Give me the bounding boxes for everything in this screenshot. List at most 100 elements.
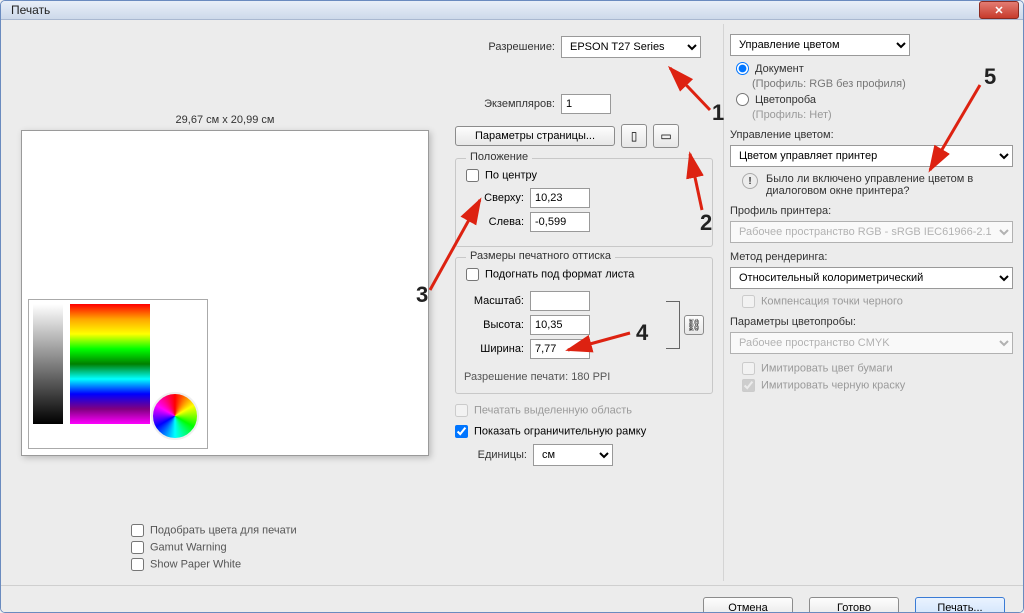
sim-paper-input bbox=[742, 362, 755, 375]
warning-text: Было ли включено управление цветом в диа… bbox=[766, 173, 1013, 197]
color-wheel-icon bbox=[151, 392, 199, 440]
cm-title-row: Управление цветом bbox=[730, 34, 1013, 56]
hue-swatch bbox=[70, 304, 150, 424]
center-check[interactable]: По центру bbox=[466, 169, 704, 182]
link-bracket-icon bbox=[666, 301, 680, 349]
gamut-warning-input[interactable] bbox=[131, 541, 144, 554]
printer-row: Разрешение: EPSON T27 Series bbox=[455, 36, 713, 58]
show-paper-white-input[interactable] bbox=[131, 558, 144, 571]
handling-select[interactable]: Цветом управляет принтер bbox=[730, 145, 1013, 167]
page-dimensions: 29,67 см x 20,99 см bbox=[11, 114, 439, 130]
page-setup-button[interactable]: Параметры страницы... bbox=[455, 126, 615, 146]
center-input[interactable] bbox=[466, 169, 479, 182]
link-dimensions-button[interactable]: ⛓ bbox=[684, 315, 704, 335]
show-paper-white-check[interactable]: Show Paper White bbox=[131, 558, 439, 571]
close-icon: ✕ bbox=[994, 4, 1003, 17]
page-setup-row: Параметры страницы... ▯ ▭ bbox=[455, 124, 713, 148]
settings-column: Разрешение: EPSON T27 Series Экземпляров… bbox=[449, 24, 719, 581]
match-print-colors-check[interactable]: Подобрать цвета для печати bbox=[131, 524, 439, 537]
units-label: Единицы: bbox=[455, 449, 527, 461]
handling-label: Управление цветом: bbox=[730, 129, 1013, 141]
top-label: Сверху: bbox=[464, 192, 524, 204]
page-preview bbox=[21, 130, 429, 456]
proof-radio[interactable] bbox=[736, 93, 749, 106]
proof-radio-label: Цветопроба bbox=[755, 94, 816, 106]
document-radio-row[interactable]: Документ bbox=[736, 62, 1013, 75]
print-resolution: Разрешение печати: 180 PPI bbox=[464, 371, 704, 383]
scale-row: Масштаб: bbox=[464, 291, 662, 311]
units-select[interactable]: см bbox=[533, 444, 613, 466]
position-group: Положение По центру Сверху: Слева: bbox=[455, 158, 713, 247]
preview-sample-content bbox=[28, 299, 208, 449]
color-management-panel: Управление цветом Документ (Профиль: RGB… bbox=[723, 24, 1019, 581]
portrait-orientation-button[interactable]: ▯ bbox=[621, 124, 647, 148]
fit-media-check[interactable]: Подогнать под формат листа bbox=[466, 268, 704, 281]
document-profile: (Профиль: RGB без профиля) bbox=[752, 78, 1013, 90]
cancel-button[interactable]: Отмена bbox=[703, 597, 793, 613]
print-button[interactable]: Печать... bbox=[915, 597, 1005, 613]
units-row: Единицы: см bbox=[455, 444, 713, 466]
grayscale-swatch bbox=[33, 304, 63, 424]
preview-options: Подобрать цвета для печати Gamut Warning… bbox=[131, 524, 439, 571]
sim-paper-check: Имитировать цвет бумаги bbox=[742, 362, 1013, 375]
width-row: Ширина: bbox=[464, 339, 662, 359]
proof-profile: (Профиль: Нет) bbox=[752, 109, 1013, 121]
proof-params-label: Параметры цветопробы: bbox=[730, 316, 1013, 328]
bpc-check: Компенсация точки черного bbox=[742, 295, 1013, 308]
intent-label: Метод рендеринга: bbox=[730, 251, 1013, 263]
height-row: Высота: bbox=[464, 315, 662, 335]
landscape-orientation-button[interactable]: ▭ bbox=[653, 124, 679, 148]
scale-label: Масштаб: bbox=[464, 295, 524, 307]
document-radio-label: Документ bbox=[755, 63, 804, 75]
dialog-footer: Отмена Готово Печать... bbox=[1, 585, 1023, 613]
copies-row: Экземпляров: bbox=[455, 94, 713, 114]
proof-space-select: Рабочее пространство CMYK bbox=[730, 332, 1013, 354]
done-button[interactable]: Готово bbox=[809, 597, 899, 613]
print-selection-input bbox=[455, 404, 468, 417]
cm-panel-select[interactable]: Управление цветом bbox=[730, 34, 910, 56]
dialog-body: 29,67 см x 20,99 см Подобрать цвета для … bbox=[1, 20, 1023, 613]
bpc-input bbox=[742, 295, 755, 308]
scale-input[interactable] bbox=[530, 291, 590, 311]
bounding-box-check[interactable]: Показать ограничительную рамку bbox=[455, 425, 713, 438]
top-input[interactable] bbox=[530, 188, 590, 208]
position-legend: Положение bbox=[466, 151, 532, 163]
print-selection-check: Печатать выделенную область bbox=[455, 404, 713, 417]
gamut-warning-check[interactable]: Gamut Warning bbox=[131, 541, 439, 554]
printer-profile-label: Профиль принтера: bbox=[730, 205, 1013, 217]
portrait-icon: ▯ bbox=[631, 129, 638, 143]
proof-radio-row[interactable]: Цветопроба bbox=[736, 93, 1013, 106]
copies-label: Экземпляров: bbox=[455, 98, 555, 110]
warning-icon: ! bbox=[742, 173, 758, 189]
close-button[interactable]: ✕ bbox=[979, 1, 1019, 19]
main-area: 29,67 см x 20,99 см Подобрать цвета для … bbox=[1, 20, 1023, 585]
scaled-size-legend: Размеры печатного оттиска bbox=[466, 250, 615, 262]
scaled-size-group: Размеры печатного оттиска Подогнать под … bbox=[455, 257, 713, 394]
width-input[interactable] bbox=[530, 339, 590, 359]
window-title: Печать bbox=[11, 3, 50, 17]
print-dialog: Печать ✕ 29,67 см x 20,99 см Подобрать ц… bbox=[0, 0, 1024, 613]
landscape-icon: ▭ bbox=[660, 129, 671, 143]
intent-select[interactable]: Относительный колориметрический bbox=[730, 267, 1013, 289]
top-row: Сверху: bbox=[464, 188, 704, 208]
height-input[interactable] bbox=[530, 315, 590, 335]
printer-profile-select: Рабочее пространство RGB - sRGB IEC61966… bbox=[730, 221, 1013, 243]
left-label: Слева: bbox=[464, 216, 524, 228]
titlebar: Печать ✕ bbox=[1, 1, 1023, 20]
height-label: Высота: bbox=[464, 319, 524, 331]
match-print-colors-input[interactable] bbox=[131, 524, 144, 537]
chain-icon: ⛓ bbox=[686, 318, 701, 332]
handling-warning: ! Было ли включено управление цветом в д… bbox=[742, 173, 1013, 197]
sim-black-input bbox=[742, 379, 755, 392]
sim-black-check: Имитировать черную краску bbox=[742, 379, 1013, 392]
copies-input[interactable] bbox=[561, 94, 611, 114]
printer-select[interactable]: EPSON T27 Series bbox=[561, 36, 701, 58]
document-radio[interactable] bbox=[736, 62, 749, 75]
bounding-box-input[interactable] bbox=[455, 425, 468, 438]
left-input[interactable] bbox=[530, 212, 590, 232]
printer-label: Разрешение: bbox=[455, 41, 555, 53]
left-row: Слева: bbox=[464, 212, 704, 232]
preview-column: 29,67 см x 20,99 см Подобрать цвета для … bbox=[5, 24, 445, 581]
fit-media-input[interactable] bbox=[466, 268, 479, 281]
width-label: Ширина: bbox=[464, 343, 524, 355]
